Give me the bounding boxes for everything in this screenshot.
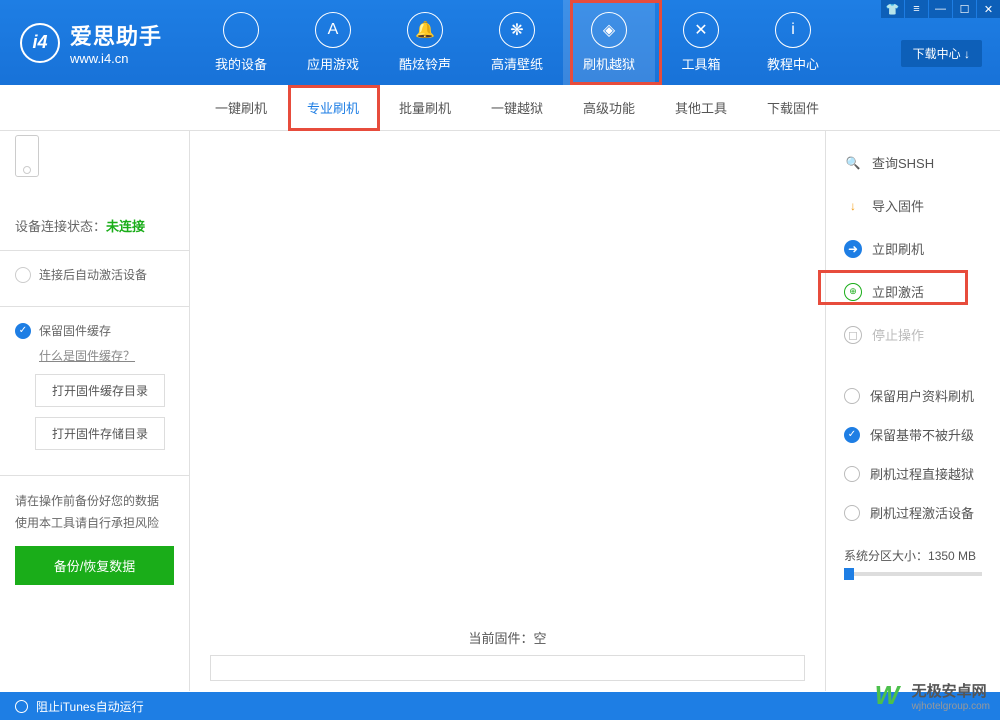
main-area: 当前固件：空 (190, 131, 825, 691)
backup-section: 请在操作前备份好您的数据 使用本工具请自行承担风险 备份/恢复数据 (0, 475, 189, 600)
opt-keep-baseband[interactable]: 保留基带不被升级 (826, 415, 1000, 454)
warn-line2: 使用本工具请自行承担风险 (15, 513, 174, 535)
watermark-url: wjhotelgroup.com (912, 701, 990, 712)
checkbox-icon (15, 267, 31, 283)
radio-icon (844, 466, 860, 482)
nav-my-device[interactable]: 我的设备 (195, 0, 287, 85)
footer: 阻止iTunes自动运行 (0, 692, 1000, 720)
nav-apps[interactable]: A应用游戏 (287, 0, 379, 85)
box-icon: ◈ (591, 12, 627, 48)
separator (826, 356, 1000, 376)
stop-button: ◻停止操作 (826, 313, 1000, 356)
radio-icon (844, 388, 860, 404)
radio-icon (844, 505, 860, 521)
nav-toolbox[interactable]: ✕工具箱 (655, 0, 747, 85)
firmware-label-row: 当前固件：空 (210, 628, 805, 647)
cache-section: 保留固件缓存 什么是固件缓存？ 打开固件缓存目录 打开固件存储目录 (0, 306, 189, 475)
tab-download-firmware[interactable]: 下载固件 (747, 85, 839, 130)
watermark-icon: W (875, 680, 907, 712)
nav-flash-jailbreak[interactable]: ◈刷机越狱 (563, 0, 655, 85)
menu-button[interactable]: ≡ (905, 0, 928, 18)
flash-now-button[interactable]: ➜立即刷机 (826, 227, 1000, 270)
app-url: www.i4.cn (70, 51, 162, 66)
nav-tutorials[interactable]: i教程中心 (747, 0, 839, 85)
warn-line1: 请在操作前备份好您的数据 (15, 491, 174, 513)
logo-area: i4 爱思助手 www.i4.cn (0, 19, 195, 66)
cache-help-link[interactable]: 什么是固件缓存？ (39, 347, 174, 364)
logo-text: 爱思助手 www.i4.cn (70, 19, 162, 66)
import-firmware-button[interactable]: ↓导入固件 (826, 184, 1000, 227)
flower-icon: ❋ (499, 12, 535, 48)
watermark: W 无极安卓网 wjhotelgroup.com (875, 680, 990, 712)
subnav: 一键刷机 专业刷机 批量刷机 一键越狱 高级功能 其他工具 下载固件 (0, 85, 1000, 131)
search-icon: 🔍 (844, 154, 862, 172)
firmware-input[interactable] (210, 655, 805, 681)
open-cache-dir-button[interactable]: 打开固件缓存目录 (35, 374, 165, 407)
tab-batch-flash[interactable]: 批量刷机 (379, 85, 471, 130)
backup-restore-button[interactable]: 备份/恢复数据 (15, 546, 174, 585)
apple-icon (223, 12, 259, 48)
itunes-block-label: 阻止iTunes自动运行 (36, 698, 144, 715)
sidebar: 设备连接状态：未连接 连接后自动激活设备 保留固件缓存 什么是固件缓存？ 打开固… (0, 131, 190, 691)
radio-checked-icon (844, 427, 860, 443)
partition-value: 1350 MB (928, 549, 976, 563)
checkbox-checked-icon (15, 323, 31, 339)
nav-ringtones[interactable]: 🔔酷炫铃声 (379, 0, 471, 85)
tab-oneclick-flash[interactable]: 一键刷机 (195, 85, 287, 130)
apps-icon: A (315, 12, 351, 48)
arrow-icon: ➜ (844, 240, 862, 258)
download-icon: ↓ (844, 197, 862, 215)
close-button[interactable]: ✕ (977, 0, 1000, 18)
maximize-button[interactable]: ☐ (953, 0, 976, 18)
tools-icon: ✕ (683, 12, 719, 48)
info-icon: i (775, 12, 811, 48)
logo-icon: i4 (20, 23, 60, 63)
firmware-bar: 当前固件：空 (210, 628, 805, 681)
auto-activate-section: 连接后自动激活设备 (0, 250, 189, 306)
opt-keep-userdata[interactable]: 保留用户资料刷机 (826, 376, 1000, 415)
tab-advanced[interactable]: 高级功能 (563, 85, 655, 130)
query-shsh-button[interactable]: 🔍查询SHSH (826, 141, 1000, 184)
opt-jailbreak-during[interactable]: 刷机过程直接越狱 (826, 454, 1000, 493)
body: 设备连接状态：未连接 连接后自动激活设备 保留固件缓存 什么是固件缓存？ 打开固… (0, 131, 1000, 691)
app-title: 爱思助手 (70, 19, 162, 51)
tab-other-tools[interactable]: 其他工具 (655, 85, 747, 130)
open-store-dir-button[interactable]: 打开固件存储目录 (35, 417, 165, 450)
keep-cache-checkbox-row[interactable]: 保留固件缓存 (15, 322, 174, 339)
slider-thumb[interactable] (844, 568, 854, 580)
right-panel: 🔍查询SHSH ↓导入固件 ➜立即刷机 ⊕立即激活 ◻停止操作 保留用户资料刷机… (825, 131, 1000, 691)
connection-status-section: 设备连接状态：未连接 (0, 201, 189, 250)
tab-oneclick-jailbreak[interactable]: 一键越狱 (471, 85, 563, 130)
tab-pro-flash[interactable]: 专业刷机 (287, 85, 379, 130)
auto-activate-label: 连接后自动激活设备 (39, 266, 147, 283)
auto-activate-checkbox-row[interactable]: 连接后自动激活设备 (15, 266, 174, 283)
globe-icon: ⊕ (844, 283, 862, 301)
phone-icon (15, 135, 39, 177)
window-controls: 👕 ≡ — ☐ ✕ (880, 0, 1000, 18)
download-center-button[interactable]: 下载中心 ↓ (901, 40, 982, 67)
watermark-name: 无极安卓网 (912, 680, 990, 701)
stop-icon: ◻ (844, 326, 862, 344)
status-label: 设备连接状态： (15, 219, 106, 234)
bell-icon: 🔔 (407, 12, 443, 48)
firmware-value: 空 (534, 631, 547, 646)
status-value: 未连接 (106, 219, 145, 234)
itunes-block-checkbox[interactable] (15, 700, 28, 713)
header: i4 爱思助手 www.i4.cn 我的设备 A应用游戏 🔔酷炫铃声 ❋高清壁纸… (0, 0, 1000, 85)
skin-button[interactable]: 👕 (881, 0, 904, 18)
partition-size: 系统分区大小：1350 MB (826, 532, 1000, 591)
opt-activate-during[interactable]: 刷机过程激活设备 (826, 493, 1000, 532)
device-image (0, 131, 189, 181)
nav-wallpapers[interactable]: ❋高清壁纸 (471, 0, 563, 85)
partition-slider[interactable] (844, 572, 982, 576)
keep-cache-label: 保留固件缓存 (39, 322, 111, 339)
minimize-button[interactable]: — (929, 0, 952, 18)
activate-now-button[interactable]: ⊕立即激活 (826, 270, 1000, 313)
